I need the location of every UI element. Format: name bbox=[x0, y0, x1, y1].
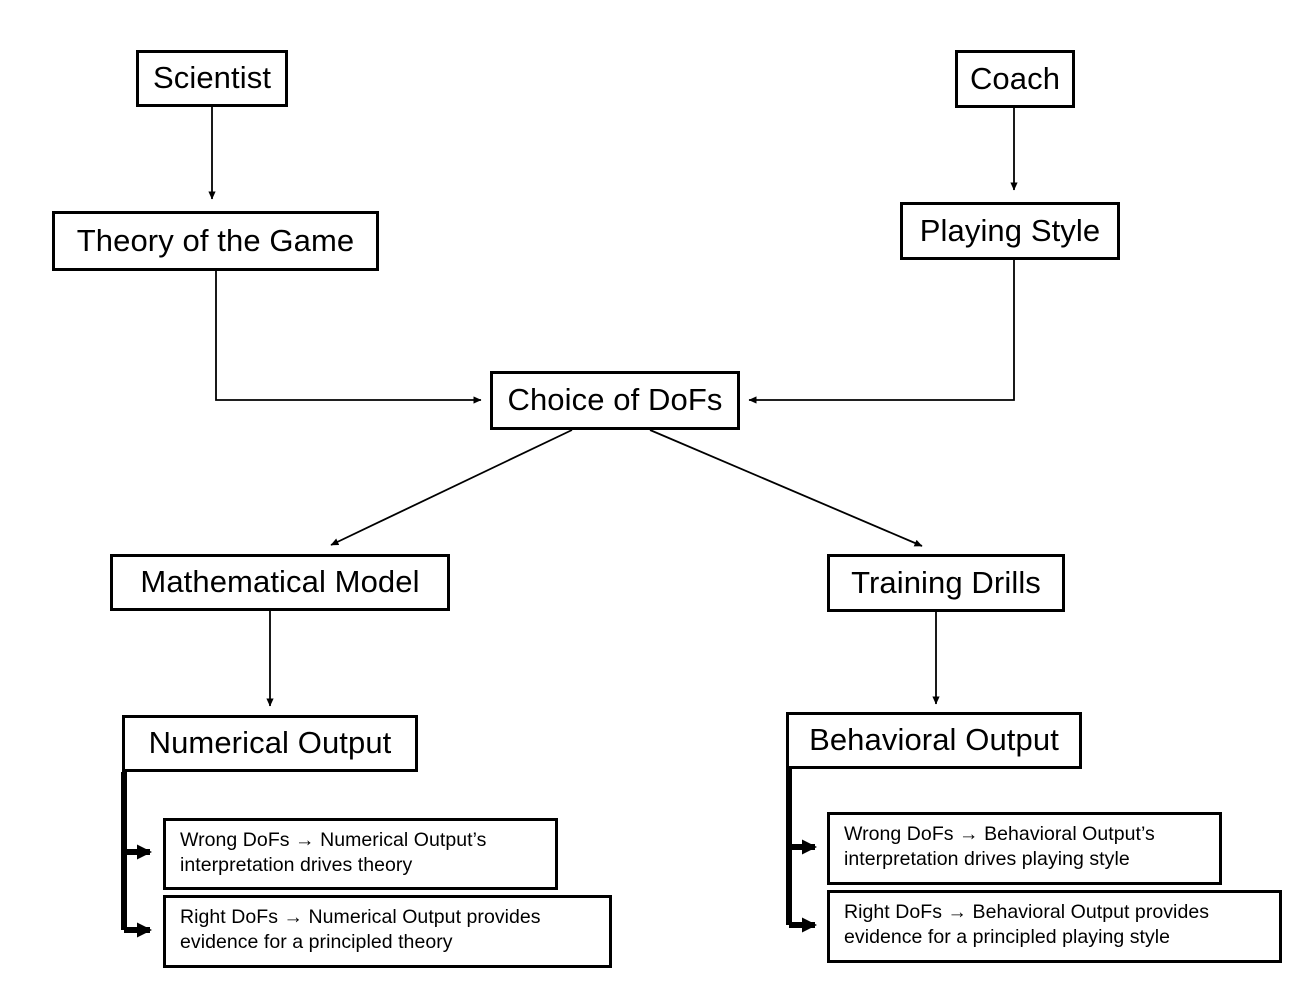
node-coach[interactable]: Coach bbox=[955, 50, 1075, 108]
node-numerical-right-dofs[interactable]: Right DoFs → Numerical Output provides e… bbox=[163, 895, 612, 968]
node-behavioral-output[interactable]: Behavioral Output bbox=[786, 712, 1082, 769]
node-playing-style-label: Playing Style bbox=[919, 212, 1101, 248]
node-mathematical-model[interactable]: Mathematical Model bbox=[110, 554, 450, 611]
node-behavioral-wrong-dofs-label: Wrong DoFs → Behavioral Output’s interpr… bbox=[844, 823, 1155, 870]
node-numerical-wrong-dofs[interactable]: Wrong DoFs → Numerical Output’s interpre… bbox=[163, 818, 558, 890]
node-scientist[interactable]: Scientist bbox=[136, 50, 288, 107]
edge-choice-to-math-model bbox=[330, 429, 573, 546]
node-coach-label: Coach bbox=[969, 60, 1061, 96]
node-numerical-wrong-dofs-label: Wrong DoFs → Numerical Output’s interpre… bbox=[180, 829, 487, 876]
edge-playing-style-to-choice bbox=[748, 260, 1015, 404]
node-choice-of-dofs-label: Choice of DoFs bbox=[507, 382, 723, 418]
node-mathematical-model-label: Mathematical Model bbox=[140, 564, 420, 600]
node-behavioral-wrong-dofs[interactable]: Wrong DoFs → Behavioral Output’s interpr… bbox=[827, 812, 1222, 885]
edge-choice-to-training-drills bbox=[649, 429, 923, 547]
node-behavioral-right-dofs-label: Right DoFs → Behavioral Output provides … bbox=[844, 901, 1210, 948]
node-scientist-label: Scientist bbox=[152, 60, 272, 96]
node-training-drills[interactable]: Training Drills bbox=[827, 554, 1065, 612]
node-choice-of-dofs[interactable]: Choice of DoFs bbox=[490, 371, 740, 430]
node-training-drills-label: Training Drills bbox=[851, 564, 1041, 600]
node-theory-of-the-game[interactable]: Theory of the Game bbox=[52, 211, 379, 271]
node-playing-style[interactable]: Playing Style bbox=[900, 202, 1120, 260]
node-numerical-output[interactable]: Numerical Output bbox=[122, 715, 418, 772]
diagram-canvas: Scientist Coach Theory of the Game Playi… bbox=[0, 0, 1303, 995]
node-numerical-output-label: Numerical Output bbox=[148, 725, 392, 761]
node-behavioral-right-dofs[interactable]: Right DoFs → Behavioral Output provides … bbox=[827, 890, 1282, 963]
edge-theory-to-choice bbox=[215, 271, 482, 404]
node-behavioral-output-label: Behavioral Output bbox=[809, 722, 1059, 758]
node-numerical-right-dofs-label: Right DoFs → Numerical Output provides e… bbox=[180, 906, 541, 953]
node-theory-of-the-game-label: Theory of the Game bbox=[76, 222, 355, 258]
